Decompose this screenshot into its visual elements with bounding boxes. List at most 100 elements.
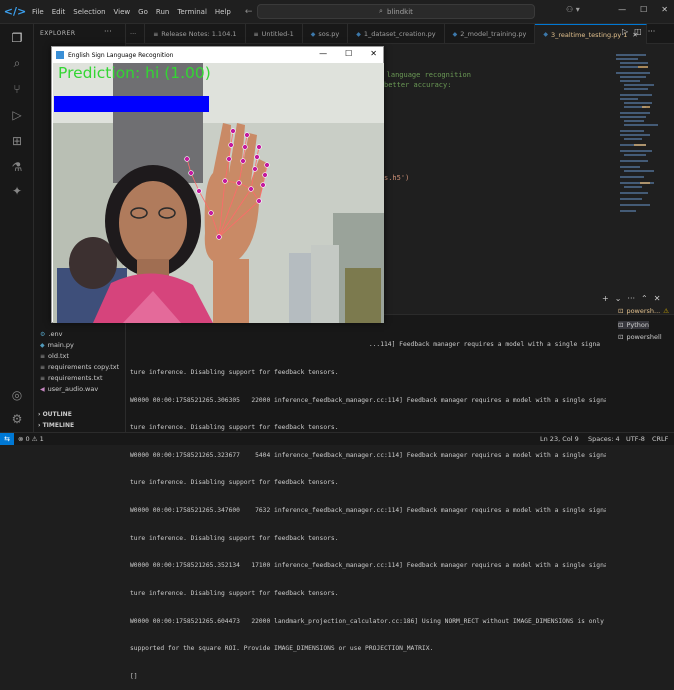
minimize-icon[interactable]: — (319, 49, 327, 58)
terminal-line: [] (130, 672, 138, 680)
outline-section[interactable]: › OUTLINE (38, 411, 72, 418)
terminal-line: W0000 00:00:1758521265.604473 22000 land… (130, 617, 604, 625)
extensions-icon[interactable]: ⊞ (8, 132, 26, 150)
explorer-header: EXPLORER (40, 30, 76, 37)
line-ending[interactable]: CRLF (652, 435, 668, 443)
split-editor-icon[interactable]: ◫ (634, 27, 642, 36)
file-item[interactable]: ≡ requirements copy.txt (40, 363, 119, 371)
status-bar: ⇆ ⊗ 0 ⚠ 1 Ln 23, Col 9 Spaces: 4 UTF-8 C… (0, 432, 674, 445)
file-item[interactable]: ≡ requirements.txt (40, 374, 103, 382)
encoding[interactable]: UTF-8 (626, 435, 645, 443)
source-control-icon[interactable]: ⑂ (8, 80, 26, 98)
copilot-icon[interactable]: ⚇ ▾ (566, 5, 580, 14)
testing-icon[interactable]: ⚗ (8, 158, 26, 176)
terminal-line: ture inference. Disabling support for fe… (130, 589, 339, 597)
python-icon: ◆ (543, 31, 548, 38)
file-item[interactable]: ◀ user_audio.wav (40, 385, 98, 393)
run-icon[interactable]: ▷ (622, 27, 628, 36)
menu-terminal[interactable]: Terminal (177, 8, 207, 16)
confidence-bar (54, 96, 209, 112)
minimize-icon[interactable]: — (618, 5, 626, 14)
file-item[interactable]: ≡ old.txt (40, 352, 69, 360)
prediction-label: Prediction: hi (1.00) (58, 64, 211, 82)
python-icon[interactable]: ✦ (8, 182, 26, 200)
chevron-down-icon[interactable]: ⌄ (615, 294, 622, 303)
settings-file-icon: ⚙ (40, 330, 46, 338)
menu-edit[interactable]: Edit (52, 8, 66, 16)
python-file-icon: ◆ (40, 341, 45, 349)
new-terminal-icon[interactable]: + (602, 294, 609, 303)
editor-actions: ▷ ◫ ··· (622, 27, 655, 36)
settings-gear-icon[interactable]: ⚙ (8, 410, 26, 428)
panel-actions: + ⌄ ··· ⌃ ✕ (602, 294, 660, 303)
code-line: better accuracy: (384, 81, 452, 89)
close-panel-icon[interactable]: ✕ (654, 294, 661, 303)
sign-recognition-window: English Sign Language Recognition — ☐ ✕ (51, 46, 384, 323)
text-file-icon: ≡ (40, 374, 46, 382)
timeline-section[interactable]: › TIMELINE (38, 422, 74, 429)
code-line: gn language recognition (374, 71, 471, 79)
file-item[interactable]: ◆ main.py (40, 341, 74, 349)
maximize-icon[interactable]: ☐ (640, 5, 647, 14)
account-icon[interactable]: ◎ (8, 386, 26, 404)
window-controls: — ☐ ✕ (618, 5, 668, 14)
menu-help[interactable]: Help (215, 8, 231, 16)
text-file-icon: ≡ (40, 363, 46, 371)
text-file-icon: ≡ (40, 352, 46, 360)
more-icon[interactable]: ··· (627, 294, 635, 303)
terminal-line: W0000 00:00:1758521265.306305 22000 infe… (130, 396, 606, 404)
menu-file[interactable]: File (32, 8, 44, 16)
problems-count[interactable]: ⊗ 0 ⚠ 1 (18, 435, 44, 443)
menu-go[interactable]: Go (138, 8, 148, 16)
app-icon (56, 51, 64, 59)
terminal-line: W0000 00:00:1758521265.323677 5404 infer… (130, 451, 606, 459)
terminal-line: W0000 00:00:1758521265.352134 17100 infe… (130, 562, 606, 570)
terminal-session[interactable]: ⊡ Python (618, 321, 649, 329)
close-icon[interactable]: ✕ (370, 49, 377, 58)
close-icon[interactable]: ✕ (661, 5, 668, 14)
menu-view[interactable]: View (114, 8, 131, 16)
terminal-session[interactable]: ⊡ powershell (618, 333, 662, 341)
terminal-session[interactable]: ⊡ powersh... ⚠ (618, 307, 669, 315)
window-title: English Sign Language Recognition (68, 51, 174, 59)
search-icon[interactable]: ⌕ (8, 54, 26, 72)
vscode-logo-icon: </> (3, 5, 27, 18)
terminal-output[interactable]: ...114] Feedback manager requires a mode… (130, 322, 606, 690)
search-text: blindkit (386, 7, 413, 16)
tab-dataset-creation[interactable]: ◆ 1_dataset_creation.py (348, 24, 445, 44)
audio-file-icon: ◀ (40, 385, 45, 393)
tab-sos[interactable]: ◆ sos.py (303, 24, 349, 44)
window-title-bar[interactable]: English Sign Language Recognition — ☐ ✕ (52, 47, 383, 63)
tab-release-notes[interactable]: ≡ Release Notes: 1.104.1 (145, 24, 246, 44)
terminal-line: ...114] Feedback manager requires a mode… (130, 341, 601, 349)
editor-tabs: ··· ≡ Release Notes: 1.104.1 ≡ Untitled-1 … (126, 24, 674, 44)
menu-bar: File Edit Selection View Go Run Terminal… (32, 8, 231, 16)
cursor-position[interactable]: Ln 23, Col 9 (540, 435, 579, 443)
run-debug-icon[interactable]: ▷ (8, 106, 26, 124)
command-center-search[interactable]: ⌕ blindkit (257, 4, 535, 19)
terminal-icon: ⊡ (618, 307, 624, 315)
terminal-line: ture inference. Disabling support for fe… (130, 369, 339, 377)
doc-icon: ≡ (153, 30, 159, 38)
doc-icon: ≡ (253, 30, 259, 38)
menu-run[interactable]: Run (156, 8, 169, 16)
tabs-overflow[interactable]: ··· (126, 24, 146, 44)
maximize-panel-icon[interactable]: ⌃ (641, 294, 648, 303)
python-icon: ◆ (452, 30, 458, 38)
remote-icon[interactable]: ⇆ (0, 433, 14, 445)
code-line: s.h5') (384, 174, 410, 182)
camera-feed: Prediction: hi (1.00) (53, 63, 384, 323)
tab-model-training[interactable]: ◆ 2_model_training.py (445, 24, 536, 44)
warning-icon: ⚠ (663, 307, 670, 315)
search-icon: ⌕ (379, 7, 383, 15)
indentation[interactable]: Spaces: 4 (588, 435, 620, 443)
explorer-icon[interactable]: ❐ (8, 29, 26, 47)
file-item[interactable]: ⚙ .env (40, 330, 62, 338)
more-icon[interactable]: ··· (648, 27, 656, 36)
activity-bar: ❐ ⌕ ⑂ ▷ ⊞ ⚗ ✦ ◎ ⚙ (0, 24, 34, 432)
maximize-icon[interactable]: ☐ (345, 49, 352, 58)
tab-untitled[interactable]: ≡ Untitled-1 (246, 24, 303, 44)
menu-selection[interactable]: Selection (73, 8, 105, 16)
minimap[interactable] (612, 46, 662, 226)
more-actions-icon[interactable]: ··· (104, 27, 112, 36)
